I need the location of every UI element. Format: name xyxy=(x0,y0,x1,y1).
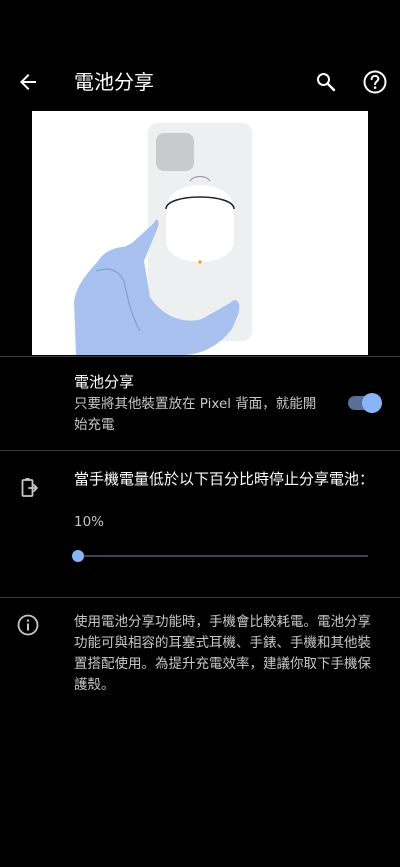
battery-share-toggle[interactable] xyxy=(346,392,382,414)
info-icon xyxy=(16,613,40,637)
phone-and-earbuds-illustration xyxy=(32,111,368,355)
stop-threshold-value: 10% xyxy=(74,514,105,530)
divider xyxy=(0,597,400,598)
slider-thumb[interactable] xyxy=(72,550,84,562)
battery-share-info-text: 使用電池分享功能時，手機會比較耗電。電池分享功能可與相容的耳塞式耳機、手錶、手機… xyxy=(74,614,371,693)
page-title: 電池分享 xyxy=(74,70,154,94)
toggle-thumb xyxy=(362,393,382,413)
help-circle-icon xyxy=(363,70,387,94)
arrow-back-icon xyxy=(20,74,36,90)
stop-threshold-slider[interactable] xyxy=(72,546,370,566)
battery-share-title: 電池分享 xyxy=(74,373,135,391)
battery-share-icon xyxy=(18,476,42,500)
slider-track xyxy=(78,555,368,557)
search-icon xyxy=(317,73,336,92)
divider xyxy=(0,450,400,451)
help-button[interactable] xyxy=(355,62,395,102)
battery-share-illustration xyxy=(32,111,368,355)
divider xyxy=(0,356,400,357)
app-bar: 電池分享 xyxy=(0,56,400,108)
battery-share-summary: 只要將其他裝置放在 Pixel 背面，就能開始充電 xyxy=(74,396,317,433)
back-button[interactable] xyxy=(8,62,48,102)
stop-threshold-title: 當手機電量低於以下百分比時停止分享電池： xyxy=(74,470,375,488)
search-button[interactable] xyxy=(306,62,346,102)
